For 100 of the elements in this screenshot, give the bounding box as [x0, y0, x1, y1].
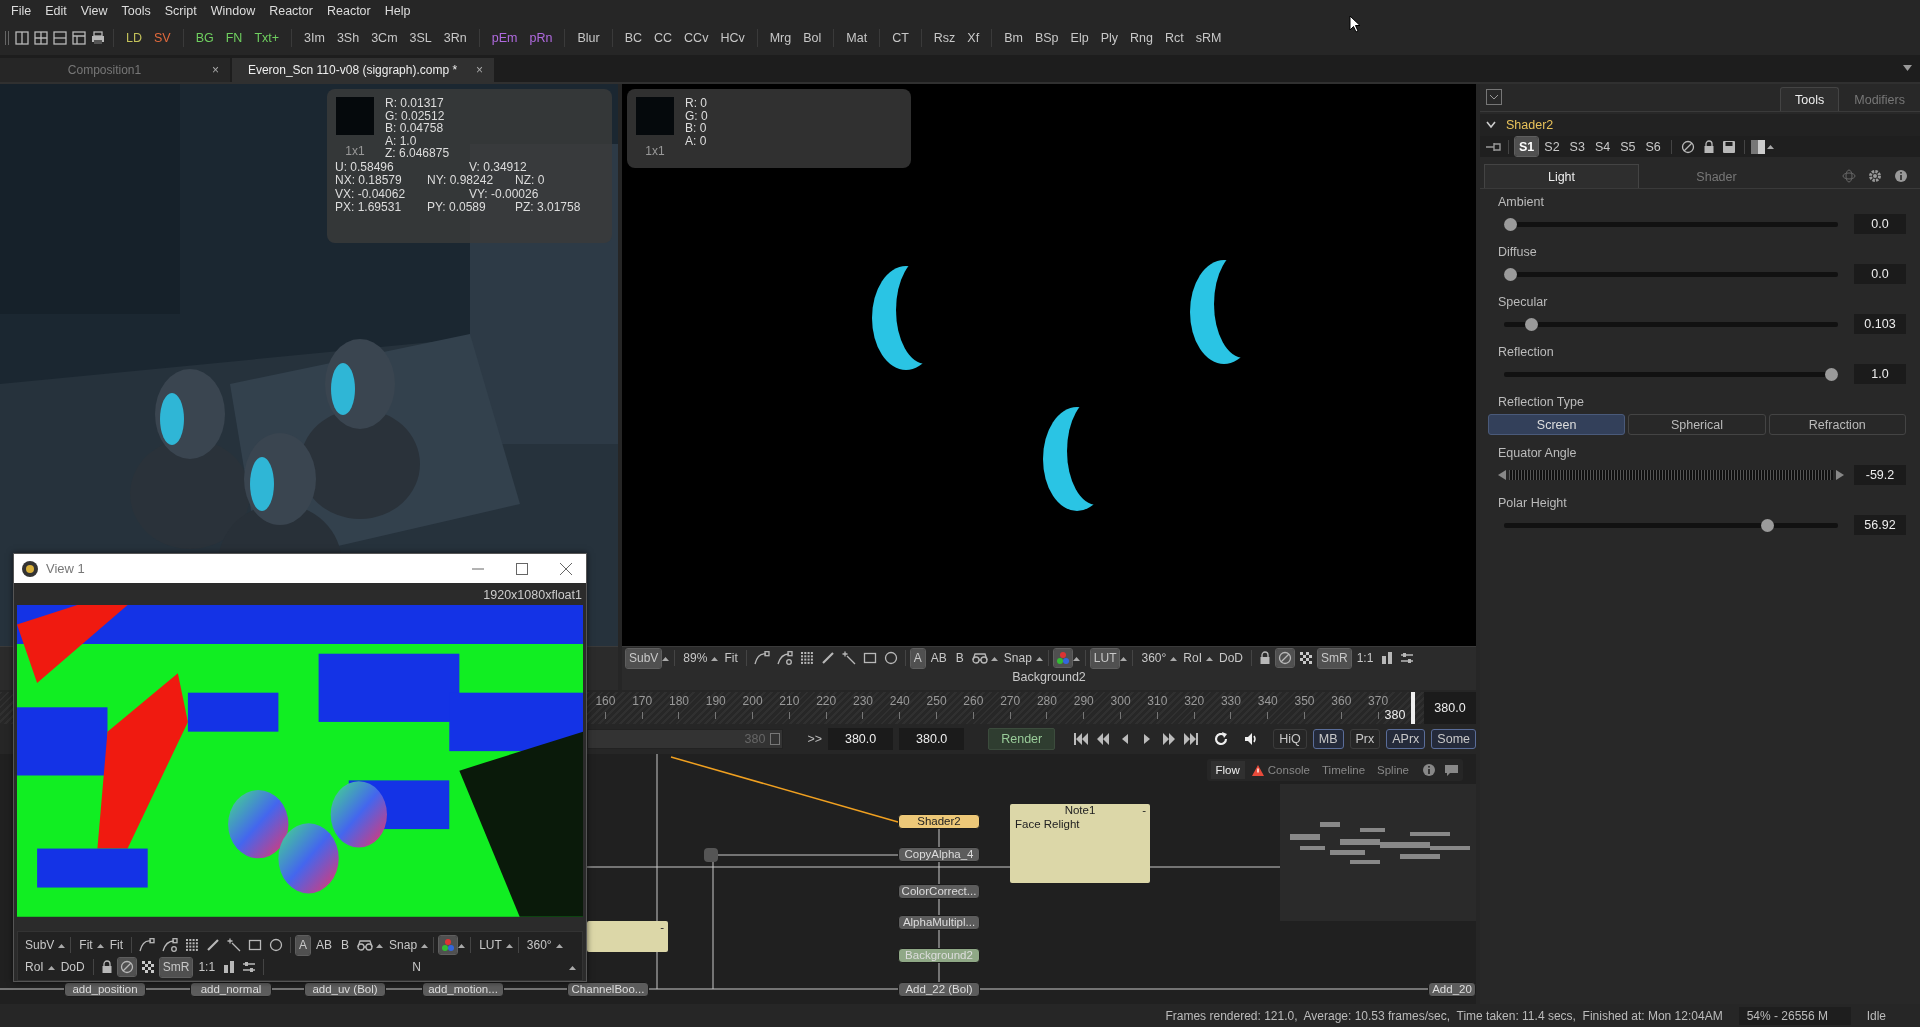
color-swatch-icon[interactable]: [1750, 139, 1765, 154]
bspline-icon[interactable]: [160, 936, 181, 954]
toolbar-button[interactable]: DoD: [57, 957, 88, 977]
left-arrow-icon[interactable]: [1498, 470, 1506, 481]
toolbar-button[interactable]: Snap: [386, 935, 421, 955]
caret-icon[interactable]: [1072, 655, 1080, 661]
collapse-button[interactable]: -: [1142, 804, 1146, 817]
layout-icon[interactable]: [72, 31, 86, 46]
loop-icon[interactable]: [1213, 731, 1230, 748]
info-icon[interactable]: [1422, 763, 1436, 778]
flow-node[interactable]: Add_22 (Bol): [898, 982, 980, 998]
tool-button[interactable]: CCv: [680, 31, 713, 46]
fast-forward-icon[interactable]: [1161, 731, 1178, 748]
toolbar-button[interactable]: 1:1: [195, 957, 219, 977]
settings-icon[interactable]: [1868, 169, 1882, 184]
tool-button[interactable]: pRn: [525, 31, 557, 46]
value-field[interactable]: 0.0: [1854, 214, 1906, 235]
version-button[interactable]: S5: [1616, 137, 1640, 157]
slider-thumb[interactable]: [1525, 317, 1539, 331]
toggle-button[interactable]: Prx: [1349, 729, 1381, 750]
tool-button[interactable]: 3SL: [405, 31, 436, 46]
toolbar-button[interactable]: 89%: [680, 648, 711, 668]
caret-icon[interactable]: [1766, 144, 1774, 150]
tool-button[interactable]: 3Sh: [332, 31, 364, 46]
toolbar-button[interactable]: 1:1: [1353, 648, 1377, 668]
panel-tab[interactable]: Flow: [1210, 761, 1245, 780]
tool-button[interactable]: Txt+: [250, 31, 284, 46]
slider-thumb[interactable]: [1504, 267, 1517, 281]
panel-tab[interactable]: Timeline: [1317, 761, 1371, 780]
frame-field[interactable]: 380.0: [1424, 692, 1476, 725]
lock-icon[interactable]: [1702, 139, 1715, 154]
tool-button[interactable]: CC: [650, 31, 677, 46]
tool-button[interactable]: Blur: [573, 31, 604, 46]
dropdown-icon[interactable]: [1903, 64, 1912, 71]
render-button[interactable]: Render: [988, 728, 1056, 751]
flow-node[interactable]: ChannelBoo...: [567, 982, 649, 998]
tool-button[interactable]: BC: [620, 31, 646, 46]
collapse-icon[interactable]: [1486, 89, 1502, 106]
flow-node[interactable]: Shader2: [898, 814, 980, 830]
menu-item[interactable]: Reactor: [319, 3, 378, 18]
menu-item[interactable]: Edit: [38, 3, 74, 18]
version-button[interactable]: S4: [1590, 137, 1615, 157]
circle-slash-icon[interactable]: [117, 958, 136, 976]
frame-field[interactable]: 380.0: [828, 728, 894, 751]
toggle-button[interactable]: Some: [1431, 729, 1476, 750]
tool-button[interactable]: BSp: [1030, 31, 1063, 46]
tool-button[interactable]: CT: [888, 31, 913, 46]
spline-icon[interactable]: [137, 936, 158, 954]
version-button[interactable]: S1: [1515, 137, 1539, 157]
document-tab[interactable]: Composition1 ×: [0, 58, 230, 83]
toolbar-button[interactable]: SmR: [159, 957, 193, 977]
info-icon[interactable]: [1894, 169, 1908, 184]
slider-thumb[interactable]: [1504, 217, 1517, 231]
skip-back-icon[interactable]: [1073, 731, 1090, 748]
minimap-drawing[interactable]: [1280, 784, 1476, 922]
layout-icon[interactable]: [15, 31, 29, 46]
tool-button[interactable]: Bm: [1000, 31, 1027, 46]
option-button[interactable]: Spherical: [1628, 414, 1766, 436]
panel-tab[interactable]: Light: [1484, 164, 1639, 189]
toolbar-button[interactable]: Snap: [1000, 648, 1035, 668]
flow-node[interactable]: add_uv (Bol): [304, 982, 386, 998]
tool-button[interactable]: Rct: [1160, 31, 1188, 46]
flow-node[interactable]: Add_20: [1428, 982, 1476, 998]
menu-item[interactable]: File: [4, 3, 39, 18]
slider-thumb[interactable]: [1825, 367, 1838, 381]
toolbar-button[interactable]: A: [296, 935, 311, 955]
toggle-button[interactable]: HiQ: [1273, 729, 1307, 750]
playhead[interactable]: [1411, 692, 1416, 725]
caret-icon[interactable]: [505, 942, 513, 948]
caret-icon[interactable]: [1170, 655, 1178, 661]
tool-button[interactable]: FN: [221, 31, 247, 46]
tool-button[interactable]: pEm: [487, 31, 522, 46]
slider-handle[interactable]: [770, 733, 781, 746]
panel-tab[interactable]: Tools: [1780, 87, 1840, 112]
toolbar-button[interactable]: DoD: [1216, 648, 1246, 668]
toolbar-button[interactable]: RoI: [1180, 648, 1205, 668]
toolbar-button[interactable]: 360°: [523, 935, 555, 955]
tool-button[interactable]: BG: [191, 31, 218, 46]
slider-thumb[interactable]: [1760, 518, 1774, 532]
pin-icon[interactable]: [1486, 141, 1502, 152]
flow-node[interactable]: ColorCorrect...: [898, 884, 980, 900]
menu-item[interactable]: Help: [377, 3, 418, 18]
panel-tab[interactable]: Console: [1246, 761, 1315, 780]
value-field[interactable]: 1.0: [1854, 364, 1906, 385]
tool-button[interactable]: 3Rn: [439, 31, 471, 46]
toolbar-button[interactable]: SmR: [1318, 648, 1351, 668]
tool-button[interactable]: 3Cm: [367, 31, 402, 46]
menu-item[interactable]: Script: [157, 3, 204, 18]
caret-icon[interactable]: [1120, 655, 1128, 661]
skip-forward-icon[interactable]: [1183, 731, 1200, 748]
flow-node[interactable]: CopyAlpha_4: [898, 847, 980, 863]
collapse-button[interactable]: -: [660, 921, 664, 934]
toolbar-button[interactable]: 360°: [1138, 648, 1170, 668]
menu-item[interactable]: Tools: [114, 3, 158, 18]
toolbar-button[interactable]: Fit: [721, 648, 741, 668]
toolbar-button[interactable]: B: [338, 935, 353, 955]
caret-icon[interactable]: [1206, 655, 1213, 661]
flow-node[interactable]: AlphaMultipl...: [898, 915, 980, 931]
version-button[interactable]: S2: [1540, 137, 1564, 157]
option-button[interactable]: Refraction: [1768, 414, 1906, 436]
